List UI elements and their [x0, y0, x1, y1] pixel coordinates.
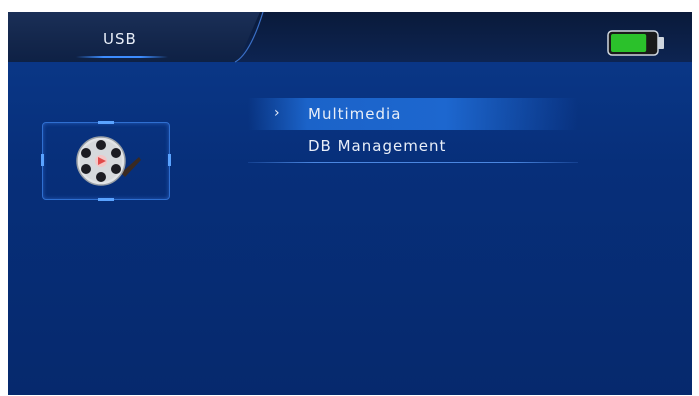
menu-item-label: Multimedia [308, 105, 402, 123]
usb-menu: › Multimedia DB Management [248, 98, 578, 162]
panel-tick-top [98, 121, 114, 124]
film-reel-icon [76, 136, 141, 186]
menu-divider [248, 162, 578, 163]
category-icon-panel [41, 121, 171, 201]
menu-item-db-management[interactable]: DB Management [248, 130, 578, 162]
main-screen: USB › Multimedia DB Management [8, 12, 692, 395]
panel-tick-left [41, 154, 44, 166]
menu-item-multimedia[interactable]: › Multimedia [248, 98, 578, 130]
panel-tick-right [168, 154, 171, 166]
menu-item-label: DB Management [308, 137, 447, 155]
tab-edge-line [234, 12, 264, 63]
chevron-right-icon: › [274, 105, 281, 121]
tab-label: USB [103, 30, 137, 48]
battery-icon [607, 30, 664, 56]
battery-level [611, 34, 647, 52]
panel-tick-bottom [98, 198, 114, 201]
tab-active-indicator [76, 56, 168, 58]
